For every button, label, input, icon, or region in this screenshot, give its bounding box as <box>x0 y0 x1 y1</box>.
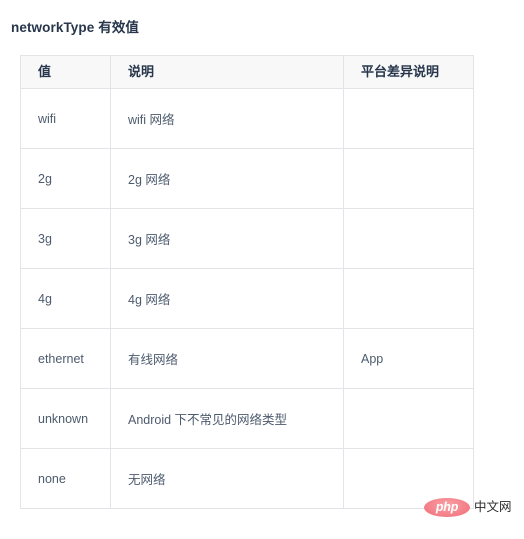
table-body: wifi wifi 网络 2g 2g 网络 3g 3g 网络 4g 4g 网络 … <box>20 88 474 509</box>
cell-description: 有线网络 <box>110 328 344 389</box>
column-header-platform: 平台差异说明 <box>343 55 474 89</box>
table-header-row: 值 说明 平台差异说明 <box>20 55 474 89</box>
cell-description: 3g 网络 <box>110 208 344 269</box>
table-row: 4g 4g 网络 <box>20 268 474 329</box>
network-type-table-container: 值 说明 平台差异说明 wifi wifi 网络 2g 2g 网络 3g 3g … <box>20 55 474 509</box>
cell-description: Android 下不常见的网络类型 <box>110 388 344 449</box>
table-row: 3g 3g 网络 <box>20 208 474 269</box>
table-row: 2g 2g 网络 <box>20 148 474 209</box>
table-header: 值 说明 平台差异说明 <box>20 55 474 89</box>
network-type-values-table: 值 说明 平台差异说明 wifi wifi 网络 2g 2g 网络 3g 3g … <box>20 55 474 509</box>
cell-description: 2g 网络 <box>110 148 344 209</box>
cell-platform <box>343 388 474 449</box>
table-row: none 无网络 <box>20 448 474 509</box>
cell-platform <box>343 88 474 149</box>
php-logo-icon: php <box>424 497 470 517</box>
site-watermark: php 中文网 <box>424 494 512 520</box>
cell-value: ethernet <box>20 328 111 389</box>
watermark-label: 中文网 <box>474 499 512 514</box>
cell-platform <box>343 268 474 329</box>
cell-description: 无网络 <box>110 448 344 509</box>
table-row: wifi wifi 网络 <box>20 88 474 149</box>
table-row: ethernet 有线网络 App <box>20 328 474 389</box>
cell-value: none <box>20 448 111 509</box>
column-header-description: 说明 <box>110 55 344 89</box>
cell-value: 2g <box>20 148 111 209</box>
cell-value: wifi <box>20 88 111 149</box>
cell-value: unknown <box>20 388 111 449</box>
column-header-value: 值 <box>20 55 111 89</box>
cell-platform <box>343 148 474 209</box>
page-title: networkType 有效值 <box>11 20 140 35</box>
cell-description: 4g 网络 <box>110 268 344 329</box>
cell-description: wifi 网络 <box>110 88 344 149</box>
table-row: unknown Android 下不常见的网络类型 <box>20 388 474 449</box>
cell-value: 4g <box>20 268 111 329</box>
cell-value: 3g <box>20 208 111 269</box>
cell-platform <box>343 208 474 269</box>
cell-platform: App <box>343 328 474 389</box>
